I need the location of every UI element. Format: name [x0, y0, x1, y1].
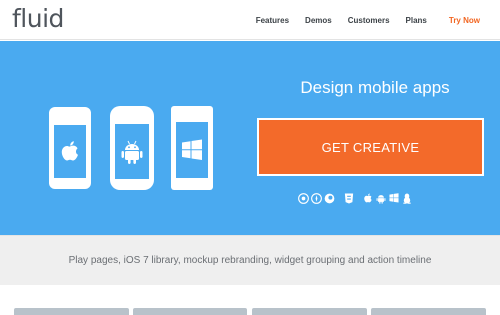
nav-plans[interactable]: Plans: [406, 16, 427, 25]
html5-icon: [343, 192, 354, 204]
nav-features[interactable]: Features: [256, 16, 289, 25]
apple-icon: [61, 140, 78, 160]
iphone-device: [49, 107, 91, 189]
get-creative-button[interactable]: GET CREATIVE: [257, 118, 484, 176]
hero-title: Design mobile apps: [300, 78, 450, 97]
nav-demos[interactable]: Demos: [305, 16, 332, 25]
bottom-tab[interactable]: [133, 308, 247, 315]
feature-text: Play pages, iOS 7 library, mockup rebran…: [68, 255, 432, 266]
windows-phone-device: [171, 106, 213, 190]
apple-icon: [362, 193, 373, 204]
bottom-tabs: [0, 285, 500, 315]
bottom-tab[interactable]: [252, 308, 367, 315]
bottom-tab[interactable]: [14, 308, 129, 315]
site-header: fluid Features Demos Customers Plans Try…: [0, 0, 500, 40]
main-nav: Features Demos Customers Plans Try Now: [256, 0, 500, 40]
windows-icon: [182, 139, 202, 160]
linux-icon: [401, 192, 412, 204]
hero-section: Design mobile apps GET CREATIVE: [0, 41, 500, 235]
android-icon: [121, 140, 143, 164]
platform-icons: [298, 191, 448, 205]
feature-strip: Play pages, iOS 7 library, mockup rebran…: [0, 235, 500, 285]
nav-customers[interactable]: Customers: [348, 16, 390, 25]
get-creative-label: GET CREATIVE: [321, 139, 420, 155]
firefox-icon: [324, 193, 335, 204]
nav-try-now[interactable]: Try Now: [449, 16, 480, 25]
safari-icon: [311, 192, 322, 204]
android-device: [110, 106, 154, 190]
windows-icon: [388, 193, 399, 204]
android-icon: [375, 193, 386, 204]
chrome-icon: [298, 192, 309, 204]
bottom-tab[interactable]: [371, 308, 486, 315]
logo[interactable]: fluid: [12, 4, 64, 34]
